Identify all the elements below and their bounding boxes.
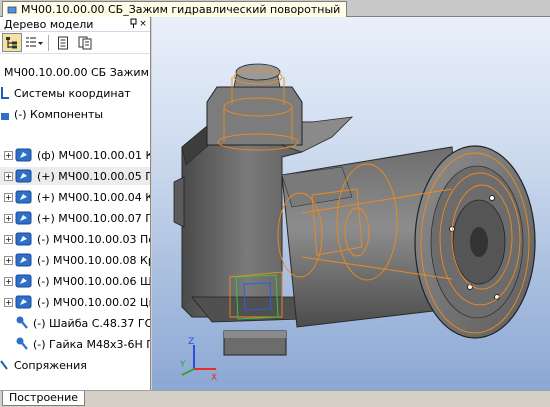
tree-item-component[interactable]: + (-) МЧ00.10.00.02 Цилинд [0, 293, 150, 311]
model-tree-title: Дерево модели [4, 17, 94, 31]
coordinate-system-icon [1, 87, 9, 99]
tree-item-label: (ф) МЧ00.10.00.01 Корпус [37, 148, 150, 162]
part-icon [15, 148, 32, 162]
axis-y-label: Y [179, 360, 186, 370]
expand-toggle[interactable]: + [4, 276, 13, 286]
part-icon [15, 211, 32, 225]
toolbar-separator [48, 34, 49, 51]
pin-icon[interactable] [128, 18, 138, 30]
components-folder-icon [1, 113, 9, 120]
tree-item-label: (-) Гайка М48х3-6Н ГОСТ [33, 337, 150, 351]
axis-x-label: X [211, 373, 217, 383]
properties-button[interactable] [53, 33, 73, 52]
expand-toggle[interactable]: + [4, 213, 13, 223]
tree-item-component[interactable]: + (-) МЧ00.10.00.08 Крышка [0, 251, 150, 269]
mates-icon [0, 360, 8, 370]
tree-structure-button[interactable] [2, 33, 22, 52]
tree-item-mates[interactable]: Сопряжения [0, 356, 87, 374]
bottom-tab-strip: Построение [0, 390, 550, 407]
expand-toggle[interactable]: + [4, 171, 13, 181]
tree-item-label: Системы координат [14, 86, 131, 100]
attach-button[interactable] [75, 33, 95, 52]
tree-item-component[interactable]: + (ф) МЧ00.10.00.01 Корпус [0, 146, 150, 164]
tree-item-label: (-) Шайба С.48.37 ГОСТ 11 [33, 316, 150, 330]
part-icon [15, 169, 32, 183]
expand-toggle[interactable]: + [4, 192, 13, 202]
tree-item-label: Сопряжения [14, 358, 87, 372]
tree-item-component[interactable]: + (-) МЧ00.10.00.03 Поршен [0, 230, 150, 248]
tree-item-label: (-) МЧ00.10.00.02 Цилинд [37, 295, 150, 309]
assembly-model-render[interactable]: Z X Y [152, 17, 550, 390]
model-tree-header: Дерево модели × [0, 17, 150, 32]
document-tab-strip: МЧ00.10.00.00 СБ_Зажим гидравлический по… [0, 0, 550, 17]
tree-item-components[interactable]: (-) Компоненты [0, 105, 103, 123]
tree-item-label: (+) МЧ00.10.00.07 Пружин [37, 211, 150, 225]
part-icon [15, 232, 32, 246]
model-tree-panel: Дерево модели × МЧ00.10.00.00 СБ Зажим С… [0, 17, 151, 390]
expand-toggle[interactable]: + [4, 255, 13, 265]
close-icon[interactable]: × [138, 18, 148, 30]
tree-item-label: (-) МЧ00.10.00.06 Штырь [37, 274, 151, 288]
3d-viewport[interactable]: Z X Y [152, 17, 550, 390]
axis-z-label: Z [188, 337, 194, 347]
tree-root-assembly[interactable]: МЧ00.10.00.00 СБ Зажим гидравли [4, 66, 150, 79]
tree-item-component[interactable]: + (+) МЧ00.10.00.05 Палец [0, 167, 150, 185]
tree-display-mode-button[interactable] [24, 33, 44, 52]
tree-item-label: (-) Компоненты [14, 107, 104, 121]
documents-icon [78, 36, 92, 49]
part-icon [15, 190, 32, 204]
tree-structure-icon [6, 36, 17, 48]
tree-item-component[interactable]: + (-) МЧ00.10.00.06 Штырь [0, 272, 151, 290]
tree-item-label: (+) МЧ00.10.00.04 Крышка [37, 190, 150, 204]
tree-item-label: (+) МЧ00.10.00.05 Палец [37, 169, 150, 183]
tree-item-component[interactable]: (-) Гайка М48х3-6Н ГОСТ [0, 335, 150, 353]
document-icon [58, 36, 68, 49]
expand-toggle[interactable]: + [4, 150, 13, 160]
part-icon [15, 274, 32, 288]
model-tree-toolbar [0, 32, 150, 54]
standard-part-icon [16, 316, 28, 329]
expand-toggle[interactable]: + [4, 297, 13, 307]
tree-item-component[interactable]: + (+) МЧ00.10.00.04 Крышка [0, 188, 150, 206]
expand-toggle[interactable]: + [4, 234, 13, 244]
axis-triad: Z X Y [179, 337, 217, 383]
part-icon [15, 253, 32, 267]
tree-item-coord-systems[interactable]: Системы координат [0, 84, 131, 102]
tree-item-component[interactable]: + (+) МЧ00.10.00.07 Пружин [0, 209, 150, 227]
list-view-icon [26, 36, 43, 47]
standard-part-icon [16, 337, 28, 350]
assembly-icon [7, 6, 17, 13]
document-tab-title: МЧ00.10.00.00 СБ_Зажим гидравлический по… [21, 3, 341, 16]
tree-item-label: (-) МЧ00.10.00.03 Поршен [37, 232, 150, 246]
document-tab[interactable]: МЧ00.10.00.00 СБ_Зажим гидравлический по… [2, 1, 348, 17]
part-icon [15, 295, 32, 309]
tree-item-component[interactable]: (-) Шайба С.48.37 ГОСТ 11 [0, 314, 150, 332]
tree-item-label: (-) МЧ00.10.00.08 Крышка [37, 253, 150, 267]
tab-construction[interactable]: Построение [2, 391, 86, 406]
